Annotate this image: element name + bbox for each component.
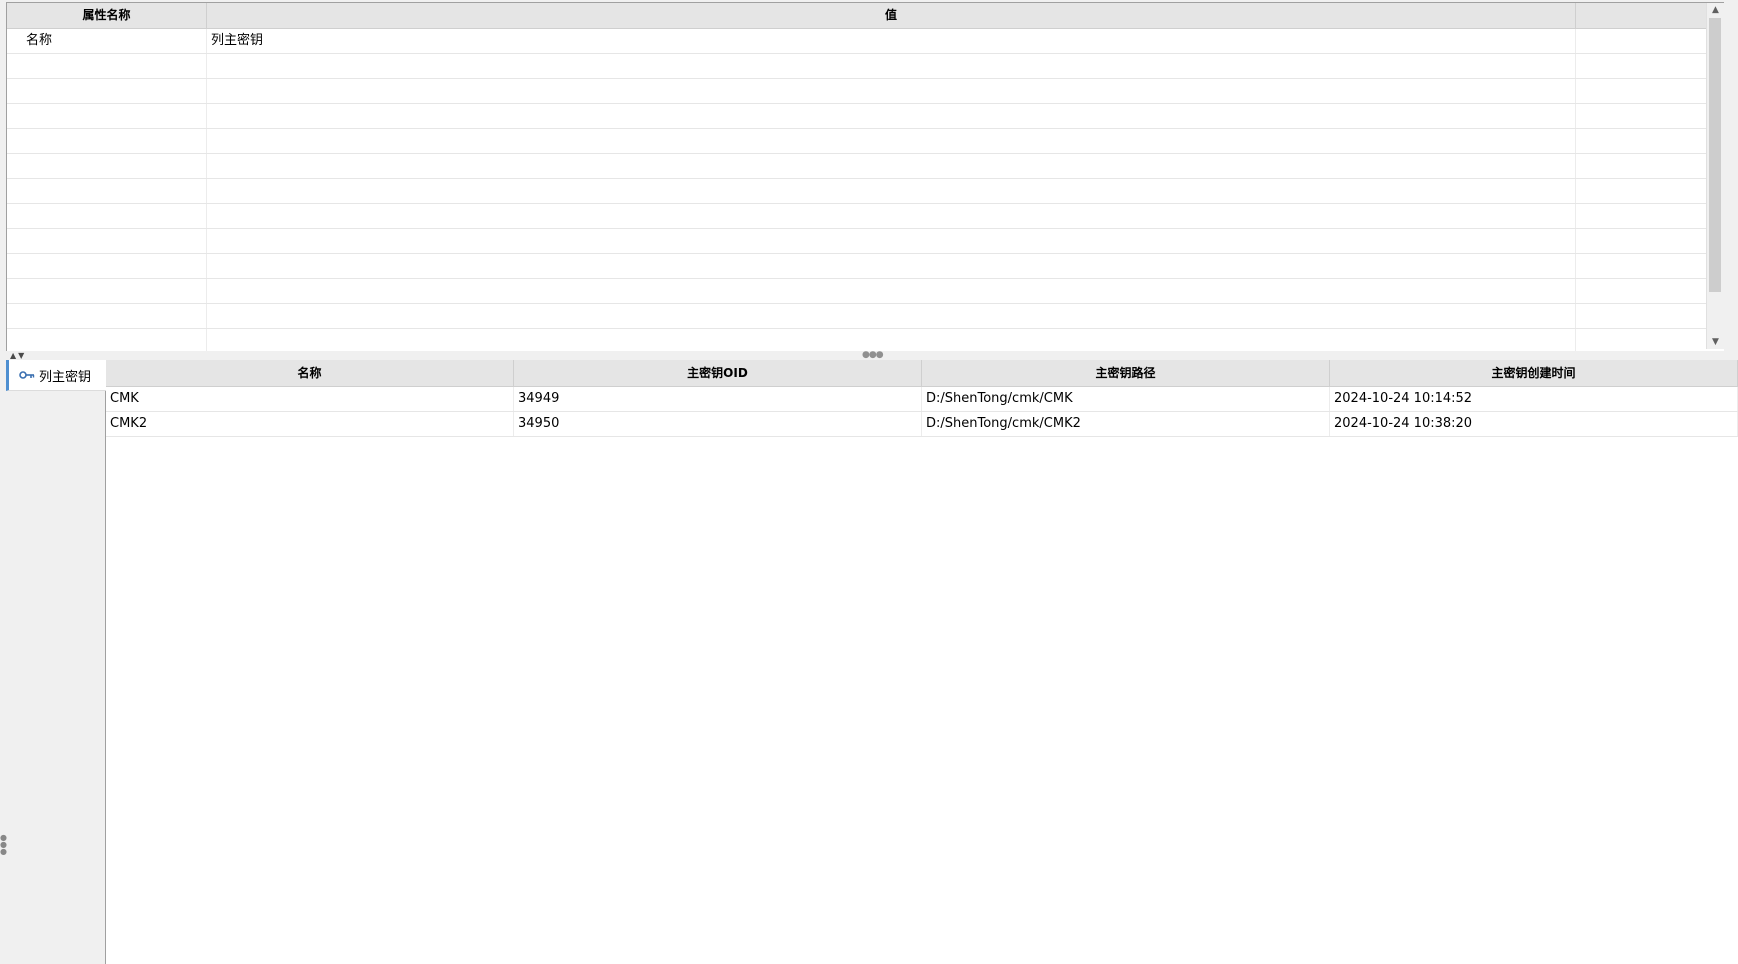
property-empty-cell: [7, 304, 207, 328]
property-empty-cell: [1576, 104, 1724, 128]
property-empty-row[interactable]: [7, 154, 1724, 179]
property-empty-cell: [1576, 54, 1724, 78]
property-empty-cell: [207, 229, 1576, 253]
side-nav: 列主密钥 ● ● ●: [0, 360, 106, 964]
side-nav-item-column-master-key[interactable]: 列主密钥: [6, 360, 106, 391]
collapse-arrows-icon[interactable]: ▲▼: [10, 351, 26, 360]
property-table: 属性名称 值 名称 列主密钥: [7, 3, 1724, 351]
property-empty-cell: [1576, 154, 1724, 178]
cell-oid: 34949: [514, 387, 922, 411]
cell-created-time: 2024-10-24 10:14:52: [1330, 387, 1738, 411]
property-empty-cell: [1576, 254, 1724, 278]
property-empty-cell: [7, 179, 207, 203]
header-oid[interactable]: 主密钥OID: [514, 360, 922, 386]
property-empty-cell: [1576, 329, 1724, 351]
property-empty-cell: [207, 279, 1576, 303]
property-empty-row[interactable]: [7, 304, 1724, 329]
property-empty-cell: [7, 229, 207, 253]
header-property-name[interactable]: 属性名称: [7, 3, 207, 28]
property-empty-cell: [207, 54, 1576, 78]
property-empty-cell: [7, 279, 207, 303]
property-empty-cell: [1576, 204, 1724, 228]
property-empty-cell: [207, 179, 1576, 203]
property-empty-cell: [1576, 304, 1724, 328]
cmk-table-panel: 名称 主密钥OID 主密钥路径 主密钥创建时间 CMK 34949 D:/She…: [106, 360, 1738, 964]
scroll-up-icon[interactable]: ▲: [1707, 3, 1724, 17]
property-empty-cell: [7, 154, 207, 178]
cell-path: D:/ShenTong/cmk/CMK: [922, 387, 1330, 411]
property-value-cell[interactable]: 列主密钥: [207, 29, 1576, 53]
property-extra-cell: [1576, 29, 1724, 53]
property-name-cell: 名称: [7, 29, 207, 53]
property-empty-row[interactable]: [7, 54, 1724, 79]
resize-handle-icon[interactable]: ● ● ●: [0, 834, 7, 856]
property-empty-cell: [207, 104, 1576, 128]
property-empty-row[interactable]: [7, 204, 1724, 229]
property-empty-row[interactable]: [7, 254, 1724, 279]
vertical-scrollbar[interactable]: ▲ ▼: [1706, 3, 1724, 349]
property-empty-row[interactable]: [7, 329, 1724, 351]
property-empty-cell: [207, 304, 1576, 328]
property-empty-cell: [207, 329, 1576, 351]
property-row-name[interactable]: 名称 列主密钥: [7, 29, 1724, 54]
property-empty-cell: [1576, 79, 1724, 103]
scroll-down-icon[interactable]: ▼: [1707, 335, 1724, 349]
property-empty-cell: [1576, 229, 1724, 253]
header-value[interactable]: 值: [207, 3, 1576, 28]
panel-splitter[interactable]: ▲▼ ●●●: [0, 351, 1738, 360]
header-extra[interactable]: [1576, 3, 1724, 28]
property-empty-row[interactable]: [7, 229, 1724, 254]
property-empty-cell: [7, 254, 207, 278]
property-empty-cell: [207, 79, 1576, 103]
key-icon: [19, 371, 35, 379]
property-empty-row[interactable]: [7, 179, 1724, 204]
property-empty-cell: [1576, 129, 1724, 153]
splitter-grip-icon[interactable]: ●●●: [862, 351, 884, 360]
property-empty-cell: [7, 329, 207, 351]
header-path[interactable]: 主密钥路径: [922, 360, 1330, 386]
property-empty-cell: [7, 129, 207, 153]
property-empty-cell: [1576, 179, 1724, 203]
property-empty-cell: [7, 54, 207, 78]
cell-name: CMK: [106, 387, 514, 411]
header-name[interactable]: 名称: [106, 360, 514, 386]
table-row[interactable]: CMK 34949 D:/ShenTong/cmk/CMK 2024-10-24…: [106, 387, 1738, 412]
cell-path: D:/ShenTong/cmk/CMK2: [922, 412, 1330, 436]
cell-created-time: 2024-10-24 10:38:20: [1330, 412, 1738, 436]
property-empty-cell: [207, 129, 1576, 153]
property-grid: 属性名称 值 名称 列主密钥 ▲ ▼: [6, 2, 1724, 352]
property-empty-row[interactable]: [7, 129, 1724, 154]
property-empty-cell: [207, 204, 1576, 228]
property-empty-row[interactable]: [7, 79, 1724, 104]
property-empty-cell: [7, 104, 207, 128]
property-empty-cell: [7, 79, 207, 103]
side-nav-item-label: 列主密钥: [39, 369, 92, 385]
property-empty-cell: [1576, 279, 1724, 303]
table-row[interactable]: CMK2 34950 D:/ShenTong/cmk/CMK2 2024-10-…: [106, 412, 1738, 437]
header-created-time[interactable]: 主密钥创建时间: [1330, 360, 1738, 386]
property-table-header: 属性名称 值: [7, 3, 1724, 29]
scrollbar-thumb[interactable]: [1709, 18, 1721, 292]
property-empty-rows: [7, 54, 1724, 351]
cmk-table-header: 名称 主密钥OID 主密钥路径 主密钥创建时间: [106, 360, 1738, 387]
cell-oid: 34950: [514, 412, 922, 436]
property-empty-row[interactable]: [7, 279, 1724, 304]
property-empty-cell: [207, 254, 1576, 278]
property-empty-row[interactable]: [7, 104, 1724, 129]
cell-name: CMK2: [106, 412, 514, 436]
property-empty-cell: [207, 154, 1576, 178]
property-empty-cell: [7, 204, 207, 228]
